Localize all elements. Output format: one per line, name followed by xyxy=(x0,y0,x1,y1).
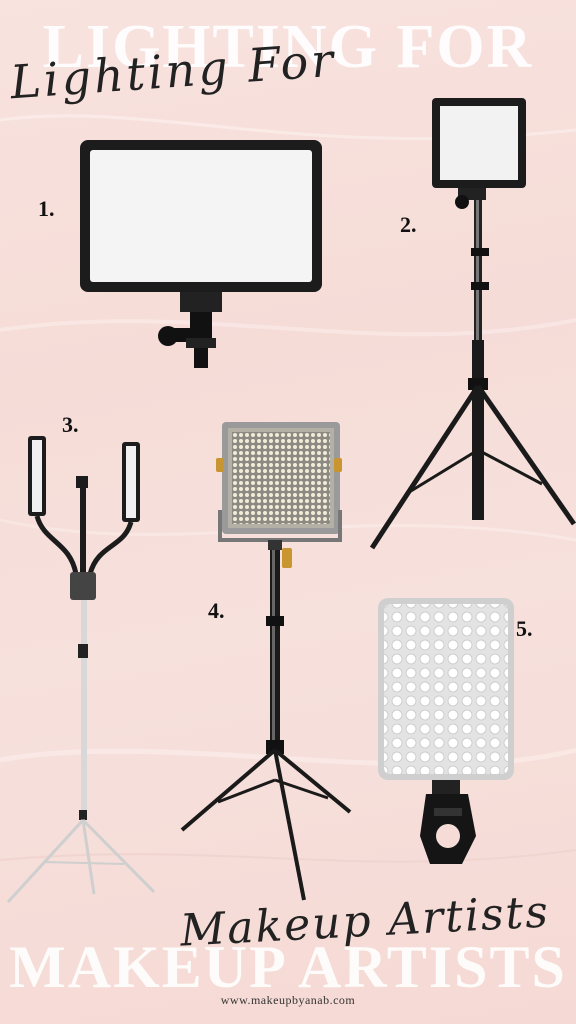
product-number-5: 5. xyxy=(516,616,533,641)
bi-color-led-panel-stand-icon xyxy=(180,422,352,901)
product-number-3: 3. xyxy=(62,412,79,437)
product-number-2: 2. xyxy=(400,212,417,237)
product-number-4: 4. xyxy=(208,598,225,623)
website-url: www.makeupbyanab.com xyxy=(220,993,356,1007)
led-panel-on-tripod-icon xyxy=(369,98,576,550)
dual-arm-led-light-stand-icon xyxy=(6,436,156,904)
product-number-1: 1. xyxy=(38,196,55,221)
led-panel-light-icon xyxy=(80,140,322,368)
clip-on-led-light-icon xyxy=(378,598,514,864)
